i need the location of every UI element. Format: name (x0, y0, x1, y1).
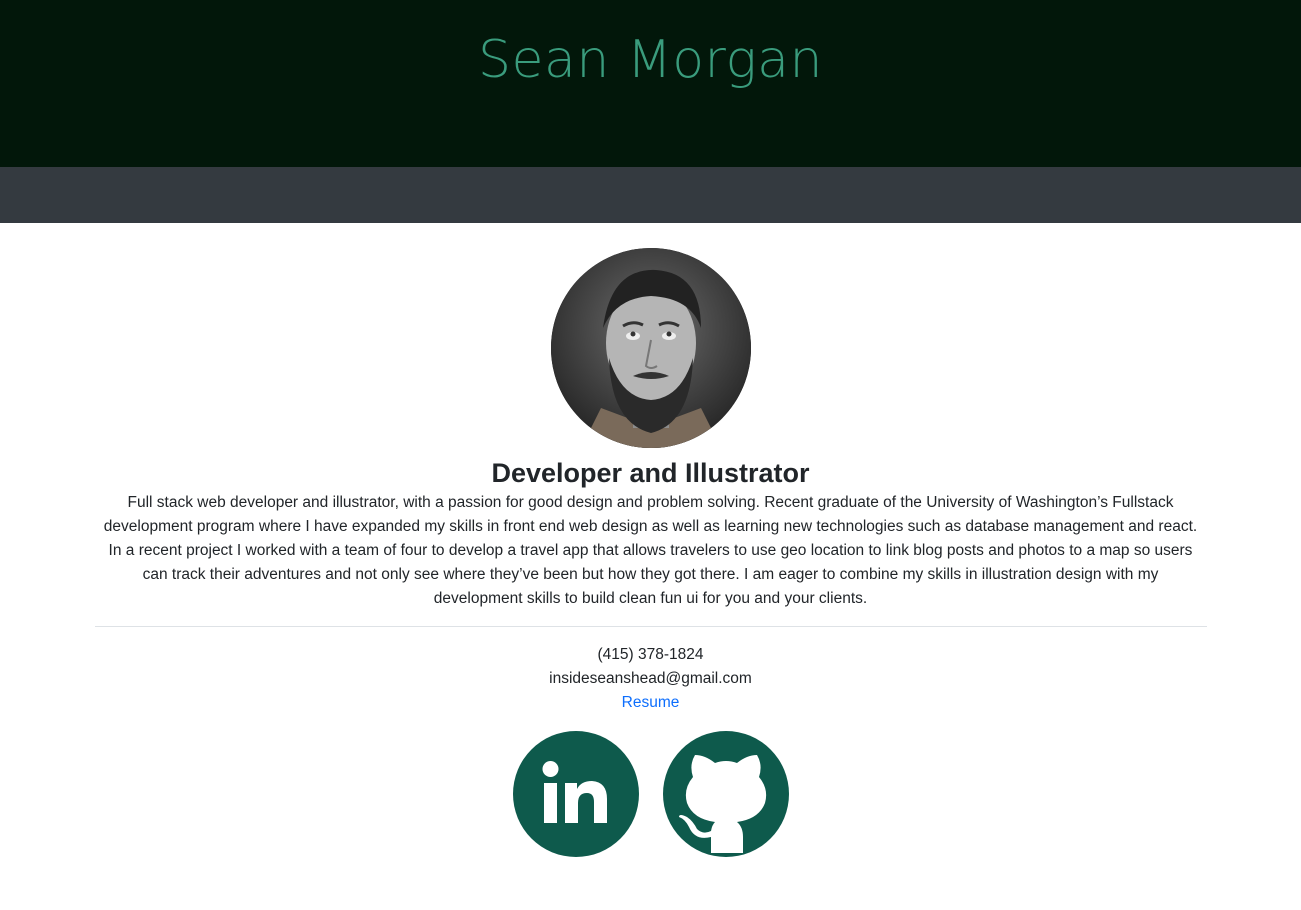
site-header: Sean Morgan (0, 0, 1301, 167)
headline: Developer and Illustrator (491, 458, 810, 488)
profile-photo (550, 248, 751, 448)
social-links (95, 731, 1207, 857)
contact-info: (415) 378-1824 insideseanshead@gmail.com… (95, 643, 1207, 715)
github-button[interactable] (662, 731, 789, 857)
main-content: Developer and Illustrator Full stack web… (94, 248, 1207, 857)
bio-text: Full stack web developer and illustrator… (103, 494, 1198, 607)
resume-link[interactable]: Resume (622, 694, 680, 711)
github-icon (678, 755, 766, 853)
linkedin-icon (542, 761, 607, 823)
divider (94, 626, 1207, 627)
navbar (0, 167, 1301, 223)
phone-number: (415) 378-1824 (597, 646, 704, 663)
linkedin-button[interactable] (512, 731, 639, 857)
site-title: Sean Morgan (477, 30, 824, 90)
profile-photo-illustration (550, 248, 751, 448)
email-address: insideseanshead@gmail.com (549, 670, 752, 687)
